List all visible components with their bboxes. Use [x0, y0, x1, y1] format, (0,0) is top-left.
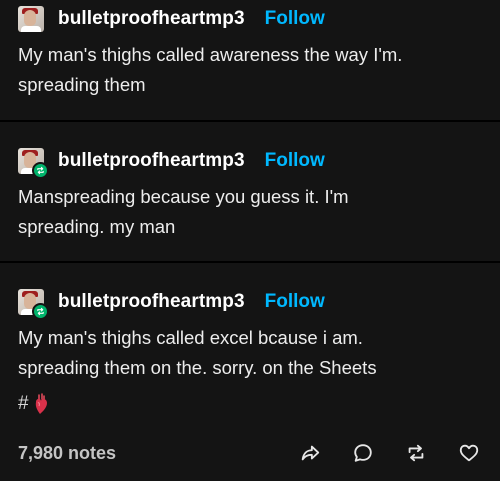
post-text-line: spreading them on the. sorry. on the She… [18, 357, 377, 378]
avatar[interactable] [18, 289, 49, 320]
tag-list: # [18, 393, 482, 415]
post-text-line: Manspreading because you guess it. I'm [18, 186, 349, 207]
post-header: bulletproofheartmp3 Follow [18, 283, 482, 321]
post-text-line: My man's thighs called awareness the way… [18, 44, 403, 65]
post-3: bulletproofheartmp3 Follow My man's thig… [0, 263, 500, 415]
like-icon[interactable] [456, 440, 482, 466]
tag-hash[interactable]: # [18, 393, 29, 415]
post-header: bulletproofheartmp3 Follow [18, 142, 482, 180]
post-2: bulletproofheartmp3 Follow Manspreading … [0, 122, 500, 261]
anatomical-heart-icon[interactable] [33, 393, 49, 415]
action-bar [270, 440, 482, 466]
post-text: My man's thighs called excel bcause i am… [18, 323, 482, 383]
post-text: My man's thighs called awareness the way… [18, 40, 482, 100]
reblog-icon[interactable] [403, 440, 429, 466]
post-text-line: My man's thighs called excel bcause i am… [18, 327, 363, 348]
post-footer: 7,980 notes [0, 440, 500, 466]
reply-icon[interactable] [350, 440, 376, 466]
follow-button[interactable]: Follow [265, 150, 325, 172]
avatar[interactable] [18, 148, 49, 179]
post-header: bulletproofheartmp3 Follow [18, 0, 482, 38]
post-1: bulletproofheartmp3 Follow My man's thig… [0, 0, 500, 120]
share-icon[interactable] [297, 440, 323, 466]
post-text-line: spreading them [18, 74, 146, 95]
username[interactable]: bulletproofheartmp3 [58, 150, 245, 172]
avatar[interactable] [18, 6, 44, 32]
follow-button[interactable]: Follow [265, 8, 325, 30]
follow-button[interactable]: Follow [265, 291, 325, 313]
post-text: Manspreading because you guess it. I'm s… [18, 182, 482, 242]
username[interactable]: bulletproofheartmp3 [58, 8, 245, 30]
username[interactable]: bulletproofheartmp3 [58, 291, 245, 313]
post-text-line: spreading. my man [18, 216, 176, 237]
reblog-badge-icon [32, 303, 49, 320]
notes-count[interactable]: 7,980 notes [18, 443, 270, 464]
reblog-badge-icon [32, 162, 49, 179]
